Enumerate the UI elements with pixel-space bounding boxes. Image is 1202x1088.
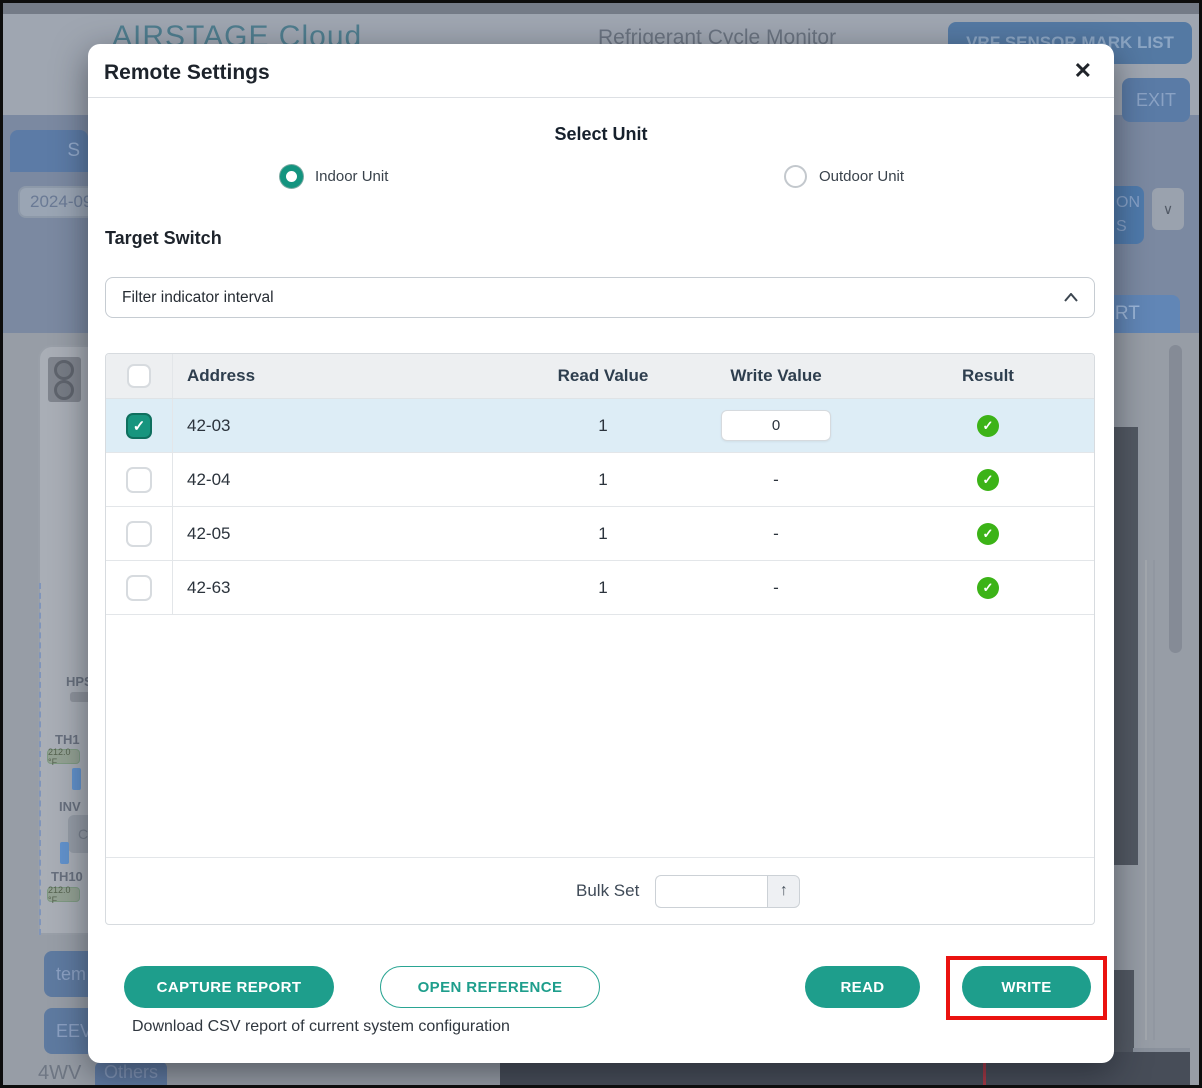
cell-address: 42-05 bbox=[173, 524, 534, 544]
table-row[interactable]: 42-04 1 - ✓ bbox=[106, 453, 1094, 507]
cell-read-value: 1 bbox=[534, 578, 672, 598]
screen: AIRSTAGE Cloud Refrigerant Cycle Monitor… bbox=[0, 0, 1202, 1088]
diagram-dashed-line bbox=[39, 583, 41, 935]
cell-address: 42-03 bbox=[173, 416, 534, 436]
th10-value-chip: 212.0 °F bbox=[47, 887, 80, 902]
panel-divider bbox=[1145, 560, 1147, 1040]
cell-write-value: - bbox=[672, 524, 880, 544]
table-header-row: Address Read Value Write Value Result bbox=[106, 354, 1094, 399]
close-icon[interactable]: ✕ bbox=[1074, 58, 1092, 84]
chevron-down-icon: ∨ bbox=[1163, 201, 1173, 218]
page-scrollbar[interactable] bbox=[1169, 345, 1182, 653]
row-checkbox[interactable] bbox=[126, 521, 152, 547]
sensor-icon bbox=[60, 842, 69, 864]
cell-read-value: 1 bbox=[534, 416, 672, 436]
radio-indoor-label: Indoor Unit bbox=[315, 168, 388, 185]
cell-address: 42-63 bbox=[173, 578, 534, 598]
toolbar-dropdown[interactable]: ∨ bbox=[1152, 188, 1184, 230]
row-checkbox-cell bbox=[106, 507, 173, 560]
outdoor-unit-image bbox=[48, 357, 81, 402]
read-button[interactable]: READ bbox=[805, 966, 920, 1008]
fan-icon bbox=[54, 380, 74, 400]
bulk-apply-button[interactable]: ↑ bbox=[767, 875, 800, 908]
row-checkbox-checked[interactable]: ✓ bbox=[126, 413, 152, 439]
row-checkbox-cell: ✓ bbox=[106, 399, 173, 452]
cell-address: 42-04 bbox=[173, 470, 534, 490]
table-row[interactable]: 42-05 1 - ✓ bbox=[106, 507, 1094, 561]
table-row[interactable]: ✓ 42-03 1 ✓ bbox=[106, 399, 1094, 453]
row-checkbox[interactable] bbox=[126, 575, 152, 601]
csv-caption: Download CSV report of current system co… bbox=[132, 1018, 510, 1036]
toolbar-tab[interactable]: S bbox=[10, 130, 88, 172]
dialog-title: Remote Settings bbox=[104, 61, 270, 85]
radio-selected-icon[interactable] bbox=[280, 165, 303, 188]
write-button[interactable]: WRITE bbox=[962, 966, 1091, 1008]
cell-read-value: 1 bbox=[534, 524, 672, 544]
col-read-value: Read Value bbox=[534, 366, 672, 386]
chevron-up-icon bbox=[1064, 293, 1078, 302]
page-top-strip bbox=[0, 0, 1202, 14]
row-checkbox-cell bbox=[106, 561, 173, 614]
col-result: Result bbox=[880, 366, 1095, 386]
cell-read-value: 1 bbox=[534, 470, 672, 490]
open-reference-button[interactable]: OPEN REFERENCE bbox=[380, 966, 600, 1008]
write-value-input[interactable] bbox=[721, 410, 831, 441]
dialog-header: Remote Settings ✕ bbox=[88, 44, 1114, 98]
result-success-icon: ✓ bbox=[977, 523, 999, 545]
table-row[interactable]: 42-63 1 - ✓ bbox=[106, 561, 1094, 615]
result-success-icon: ✓ bbox=[977, 415, 999, 437]
bulk-set-label: Bulk Set bbox=[576, 881, 639, 901]
panel-divider bbox=[1153, 560, 1155, 1040]
toolbar-right-button-line2: S bbox=[1116, 218, 1127, 236]
radio-outdoor-label: Outdoor Unit bbox=[819, 168, 904, 185]
arrow-up-icon: ↑ bbox=[780, 882, 788, 900]
toolbar-right-button-line1: ON bbox=[1116, 194, 1140, 212]
target-switch-heading: Target Switch bbox=[105, 228, 222, 249]
sensor-icon bbox=[72, 768, 81, 790]
result-success-icon: ✓ bbox=[977, 577, 999, 599]
capture-report-button[interactable]: CAPTURE REPORT bbox=[124, 966, 334, 1008]
others-tab[interactable]: Others bbox=[95, 1062, 167, 1088]
remote-settings-dialog: Remote Settings ✕ Select Unit Indoor Uni… bbox=[88, 44, 1114, 1063]
table-empty-area bbox=[106, 615, 1094, 857]
exit-button[interactable]: EXIT bbox=[1122, 78, 1190, 122]
result-success-icon: ✓ bbox=[977, 469, 999, 491]
radio-outdoor-unit[interactable]: Outdoor Unit bbox=[784, 165, 904, 188]
diagram-label-inv: INV bbox=[59, 799, 81, 814]
diagram-label-th1: TH1 bbox=[55, 732, 80, 747]
diagram-label-th10: TH10 bbox=[51, 869, 83, 884]
fourwv-label: 4WV bbox=[38, 1062, 81, 1085]
cell-write-value: - bbox=[672, 578, 880, 598]
select-unit-heading: Select Unit bbox=[88, 124, 1114, 145]
col-address: Address bbox=[173, 366, 534, 386]
row-checkbox-cell bbox=[106, 453, 173, 506]
radio-unselected-icon[interactable] bbox=[784, 165, 807, 188]
fan-icon bbox=[54, 360, 74, 380]
dropdown-value: Filter indicator interval bbox=[122, 289, 1064, 307]
cell-write-value: - bbox=[672, 470, 880, 490]
select-all-checkbox[interactable] bbox=[127, 364, 151, 388]
bulk-set-row: Bulk Set ↑ bbox=[106, 857, 1094, 924]
chart-bar bbox=[1113, 427, 1138, 865]
th1-value-chip: 212.0 °F bbox=[47, 749, 80, 764]
target-switch-dropdown[interactable]: Filter indicator interval bbox=[105, 277, 1095, 318]
col-write-value: Write Value bbox=[672, 366, 880, 386]
radio-indoor-unit[interactable]: Indoor Unit bbox=[280, 165, 388, 188]
row-checkbox[interactable] bbox=[126, 467, 152, 493]
switch-table: Address Read Value Write Value Result ✓ … bbox=[105, 353, 1095, 925]
bulk-set-input[interactable] bbox=[655, 875, 767, 908]
header-checkbox-cell bbox=[106, 354, 173, 398]
